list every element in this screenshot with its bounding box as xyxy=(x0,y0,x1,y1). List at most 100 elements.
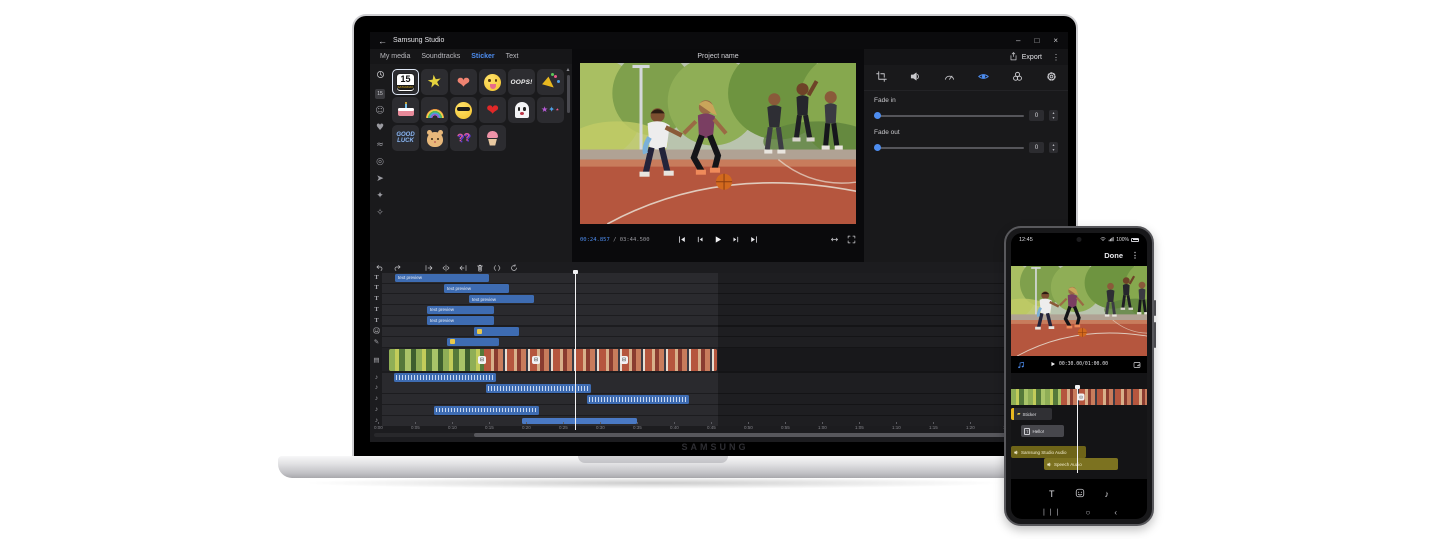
text-clip[interactable]: text preview xyxy=(427,316,494,325)
ruler-tick: 1:10 xyxy=(892,422,901,430)
phone-more-options-icon[interactable]: ⋮ xyxy=(1131,251,1139,260)
export-button[interactable]: Export xyxy=(1009,52,1042,63)
transition-marker[interactable]: ⊟ xyxy=(478,356,486,364)
close-button[interactable]: × xyxy=(1053,36,1058,45)
sticker-clip[interactable] xyxy=(474,327,519,336)
nav-back-button[interactable]: ‹ xyxy=(1114,508,1117,517)
step-forward-button[interactable] xyxy=(732,235,741,246)
fade-in-value[interactable]: 0 xyxy=(1029,110,1044,121)
home-button[interactable]: ○ xyxy=(1086,508,1091,517)
more-options-icon[interactable]: ⋮ xyxy=(1052,53,1060,62)
fade-out-slider[interactable] xyxy=(874,144,1024,152)
visibility-tool-icon[interactable] xyxy=(978,71,989,84)
sticker-good-luck-text[interactable]: GOODLUCK xyxy=(392,125,419,151)
phone-playhead[interactable] xyxy=(1077,385,1078,473)
expand-icon[interactable] xyxy=(1133,356,1141,374)
fade-in-slider[interactable] xyxy=(874,112,1024,120)
category-donut-icon[interactable]: ◎ xyxy=(376,157,384,167)
phone-music-tool[interactable]: ♪ xyxy=(1105,489,1110,499)
scrollbar-thumb[interactable] xyxy=(474,433,1064,437)
done-button[interactable]: Done xyxy=(1104,251,1123,260)
audio-track-icon[interactable] xyxy=(1017,356,1025,374)
sticker-calendar-15[interactable]: 15SATURDAY xyxy=(392,69,419,95)
transition-marker[interactable]: ⊟ xyxy=(620,356,628,364)
category-heart-icon[interactable]: ♥ xyxy=(376,123,384,133)
volume-tool-icon[interactable] xyxy=(910,71,921,84)
text-clip[interactable]: text preview xyxy=(427,306,494,315)
category-plane-icon[interactable]: ➤ xyxy=(376,174,384,184)
scroll-up-icon[interactable]: ▴ xyxy=(566,66,569,73)
transform-tool-icon[interactable] xyxy=(876,71,887,84)
skip-end-button[interactable] xyxy=(750,235,759,246)
tab-sticker[interactable]: Sticker xyxy=(471,53,494,60)
fullscreen-button[interactable] xyxy=(847,235,856,246)
category-smiley-icon[interactable]: ☺ xyxy=(375,106,384,116)
minimize-button[interactable]: – xyxy=(1016,36,1020,45)
sticker-hamster-face[interactable] xyxy=(421,125,448,151)
sticker-star-doodle[interactable]: ★ xyxy=(421,69,448,95)
phone-text-tool[interactable]: T xyxy=(1049,489,1055,499)
sticker-cupcake[interactable] xyxy=(479,125,506,151)
sticker-party-popper[interactable] xyxy=(537,69,564,95)
sticker-birthday-cake[interactable] xyxy=(392,97,419,123)
text-clip[interactable]: text preview xyxy=(444,284,509,293)
sticker-ghost[interactable] xyxy=(508,97,535,123)
sticker-oops-text[interactable]: OOPS! xyxy=(508,69,535,95)
audio-clip[interactable] xyxy=(394,373,496,382)
video-clip[interactable]: ⊟ ⊟ ⊟ xyxy=(389,349,717,371)
audio-clip[interactable] xyxy=(587,395,689,404)
settings-tool-icon[interactable] xyxy=(1046,71,1057,84)
timeline-scrollbar[interactable] xyxy=(374,433,1064,437)
phone-timecode: 00:30.00/01:00.00 xyxy=(1059,362,1108,367)
speed-tool-icon[interactable] xyxy=(944,71,955,84)
text-clip[interactable]: text preview xyxy=(469,295,534,304)
fade-out-value[interactable]: 0 xyxy=(1029,142,1044,153)
sticker-rainbow[interactable] xyxy=(421,97,448,123)
skip-start-button[interactable] xyxy=(678,235,687,246)
fade-in-stepper[interactable]: ▴▾ xyxy=(1049,110,1058,121)
tab-text[interactable]: Text xyxy=(506,53,519,60)
phone-transition-marker[interactable]: ⊟ xyxy=(1078,394,1085,401)
loop-button[interactable] xyxy=(830,235,839,246)
sticker-heart-face[interactable]: ❤ xyxy=(450,69,477,95)
phone-clock: 12:45 xyxy=(1019,237,1033,243)
fade-out-stepper[interactable]: ▴▾ xyxy=(1049,142,1058,153)
category-calendar-15-icon[interactable]: 15 xyxy=(375,89,385,99)
sticker-question-marks[interactable]: ?? xyxy=(450,125,477,151)
sticker-red-heart[interactable]: ❤ xyxy=(479,97,506,123)
phone-video-clip[interactable]: ⊟ xyxy=(1011,389,1147,405)
category-clock-icon[interactable] xyxy=(376,70,385,82)
sticker-area: 15☺♥≈◎➤✦✧ 15SATURDAY★❤OOPS!❤★✦⋆GOODLUCK?… xyxy=(370,64,572,262)
step-back-button[interactable] xyxy=(696,235,705,246)
category-sparkle-icon[interactable]: ✧ xyxy=(376,208,384,218)
color-tool-icon[interactable] xyxy=(1012,71,1023,84)
phone-audio-clip-2[interactable]: Speech Audio xyxy=(1044,458,1118,470)
maximize-button[interactable]: □ xyxy=(1034,36,1039,45)
text-clip[interactable]: text preview xyxy=(395,274,489,283)
pencil-clip[interactable] xyxy=(447,338,499,347)
recents-button[interactable]: ❘❘❘ xyxy=(1041,508,1062,516)
tab-soundtracks[interactable]: Soundtracks xyxy=(421,53,460,60)
phone-sticker-clip[interactable]: ▰Sticker xyxy=(1011,408,1052,420)
sticker-sunglasses-emoji[interactable] xyxy=(450,97,477,123)
play-button[interactable] xyxy=(714,235,723,246)
phone-text-clip[interactable]: THello! xyxy=(1021,425,1064,437)
phone-audio-clip-1[interactable]: Samsung Studio Audio xyxy=(1011,446,1086,458)
category-popper-icon[interactable]: ✦ xyxy=(376,191,384,201)
back-arrow-icon[interactable]: ← xyxy=(378,36,387,46)
play-icon[interactable] xyxy=(1050,361,1056,369)
phone-sticker-tool[interactable] xyxy=(1075,485,1085,503)
laptop-screen: ← Samsung Studio – □ × My mediaSoundtrac… xyxy=(352,14,1078,456)
transition-marker[interactable]: ⊟ xyxy=(532,356,540,364)
timeline-ruler[interactable]: 0:000:050:100:150:200:250:300:350:400:45… xyxy=(370,422,1068,431)
sticker-scrollbar[interactable]: ▴ xyxy=(565,66,571,260)
audio-clip[interactable] xyxy=(434,406,539,415)
category-swoosh-icon[interactable]: ≈ xyxy=(376,140,384,150)
tab-my-media[interactable]: My media xyxy=(380,53,410,60)
sticker-tongue-emoji[interactable] xyxy=(479,69,506,95)
phone-video-preview[interactable] xyxy=(1011,266,1147,356)
video-preview[interactable] xyxy=(580,63,856,224)
sticker-star-sparkles[interactable]: ★✦⋆ xyxy=(537,97,564,123)
playhead[interactable] xyxy=(575,270,576,430)
waveform xyxy=(589,397,687,402)
